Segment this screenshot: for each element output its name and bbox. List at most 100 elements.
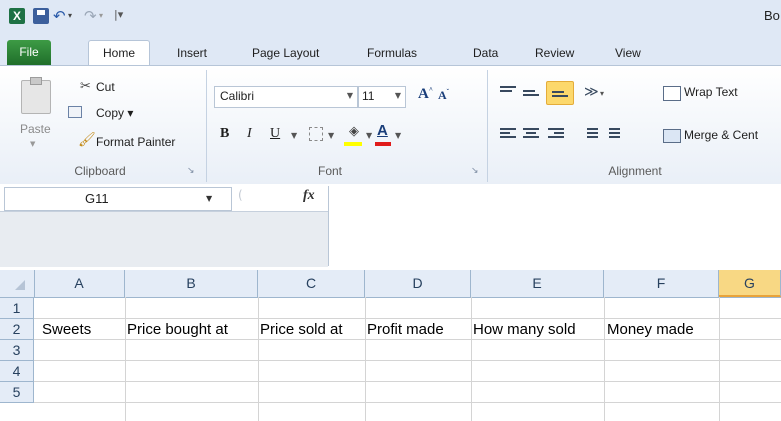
- orientation-icon[interactable]: ≫: [584, 84, 599, 100]
- excel-icon[interactable]: X: [9, 8, 25, 24]
- paste-icon[interactable]: [21, 77, 51, 114]
- tab-data[interactable]: Data: [464, 42, 507, 64]
- bold-button[interactable]: B: [220, 126, 229, 142]
- font-size-value: 11: [362, 89, 375, 103]
- align-middle-icon[interactable]: [523, 88, 539, 100]
- chevron-down-icon[interactable]: ▾: [600, 89, 604, 98]
- cut-button[interactable]: Cut: [96, 80, 115, 94]
- font-group-label: Font: [317, 164, 342, 178]
- chevron-down-icon[interactable]: ▼: [347, 91, 353, 100]
- undo-icon[interactable]: ↶: [53, 8, 69, 24]
- tab-review[interactable]: Review: [526, 42, 583, 64]
- column-header-e[interactable]: E: [471, 270, 604, 297]
- group-divider: [206, 70, 207, 182]
- font-name-value: Calibri: [220, 89, 255, 103]
- clipboard-group-label: Clipboard: [74, 164, 126, 178]
- name-box-value: G11: [85, 191, 109, 206]
- formula-bar-filler: [0, 211, 328, 267]
- tab-file[interactable]: File: [7, 40, 51, 65]
- copy-icon[interactable]: [68, 106, 82, 118]
- column-header-a[interactable]: A: [34, 270, 125, 297]
- chevron-down-icon[interactable]: ▼: [366, 131, 372, 140]
- chevron-down-icon[interactable]: ▼: [328, 131, 334, 140]
- grid-line: [34, 360, 781, 361]
- window-title: Bo: [764, 8, 780, 23]
- tab-page-layout[interactable]: Page Layout: [243, 42, 328, 64]
- chevron-down-icon[interactable]: ▼: [291, 131, 297, 140]
- chevron-down-icon[interactable]: ▼: [206, 194, 212, 203]
- grid-line: [34, 381, 781, 382]
- column-header-d[interactable]: D: [365, 270, 471, 297]
- clipboard-launcher-icon[interactable]: ↘: [187, 166, 195, 176]
- font-launcher-icon[interactable]: ↘: [471, 166, 479, 176]
- paste-button[interactable]: Paste: [20, 122, 51, 136]
- row-header-5[interactable]: 5: [0, 382, 34, 403]
- name-box[interactable]: G11 ▼: [4, 187, 232, 211]
- formula-separator-icon[interactable]: (: [238, 188, 248, 206]
- format-painter-button[interactable]: Format Painter: [96, 135, 175, 149]
- formula-input[interactable]: [328, 186, 781, 266]
- spreadsheet-grid[interactable]: A B C D E F G 1 2 3 4 5 Sweets Price bou…: [0, 270, 781, 421]
- borders-icon[interactable]: [309, 127, 323, 141]
- wrap-text-button[interactable]: Wrap Text: [684, 85, 738, 99]
- cell-b2[interactable]: Price bought at: [121, 319, 228, 340]
- grow-font-button[interactable]: A^: [418, 86, 433, 103]
- row-header-4[interactable]: 4: [0, 361, 34, 382]
- chevron-down-icon[interactable]: ▼: [395, 131, 401, 140]
- column-header-c[interactable]: C: [258, 270, 365, 297]
- row-header-3[interactable]: 3: [0, 340, 34, 361]
- italic-button[interactable]: I: [247, 126, 252, 142]
- cell-a2[interactable]: Sweets: [36, 319, 91, 340]
- alignment-group-label: Alignment: [608, 164, 662, 178]
- wrap-text-icon[interactable]: [663, 86, 681, 101]
- align-right-icon[interactable]: [548, 128, 564, 140]
- redo-dropdown-icon[interactable]: ▾: [99, 11, 103, 20]
- cell-c2[interactable]: Price sold at: [254, 319, 343, 340]
- fill-color-swatch: [344, 142, 362, 146]
- align-bottom-icon: [552, 89, 568, 101]
- select-all-button[interactable]: [0, 270, 35, 297]
- font-size-combobox[interactable]: 11 ▼: [358, 86, 406, 108]
- format-painter-icon[interactable]: 🖌: [78, 132, 96, 148]
- increase-indent-icon[interactable]: [604, 128, 620, 140]
- cell-e2[interactable]: How many sold: [467, 319, 576, 340]
- redo-icon[interactable]: ↷: [84, 8, 100, 24]
- select-all-icon: [15, 280, 25, 290]
- insert-function-button[interactable]: fx: [303, 188, 315, 204]
- fill-color-icon[interactable]: ◈: [345, 124, 363, 142]
- column-header-b[interactable]: B: [125, 270, 258, 297]
- merge-center-button[interactable]: Merge & Cent: [684, 128, 758, 142]
- column-header-g[interactable]: G: [719, 270, 781, 297]
- row-header-1[interactable]: 1: [0, 298, 34, 319]
- font-name-combobox[interactable]: Calibri ▼: [214, 86, 358, 108]
- grid-line: [34, 402, 781, 403]
- align-bottom-button[interactable]: [546, 81, 574, 105]
- shrink-font-button[interactable]: Aˇ: [438, 88, 449, 103]
- align-left-icon[interactable]: [500, 128, 516, 140]
- cell-d2[interactable]: Profit made: [361, 319, 444, 340]
- font-color-button[interactable]: A: [377, 122, 388, 139]
- tab-view[interactable]: View: [606, 42, 650, 64]
- copy-button[interactable]: Copy ▾: [96, 106, 133, 120]
- align-top-icon[interactable]: [500, 86, 516, 98]
- underline-button[interactable]: U: [270, 126, 280, 142]
- scissors-icon[interactable]: ✂: [80, 79, 91, 94]
- ribbon-tabs: File Home Insert Page Layout Formulas Da…: [0, 34, 781, 66]
- align-center-icon[interactable]: [523, 128, 539, 140]
- tab-home[interactable]: Home: [88, 40, 151, 66]
- tab-insert[interactable]: Insert: [168, 42, 216, 64]
- decrease-indent-icon[interactable]: [582, 128, 598, 140]
- group-divider: [487, 70, 488, 182]
- chevron-down-icon[interactable]: ▼: [395, 91, 401, 100]
- save-icon[interactable]: [33, 8, 49, 24]
- undo-dropdown-icon[interactable]: ▾: [68, 11, 72, 20]
- font-color-swatch: [375, 142, 391, 146]
- column-header-f[interactable]: F: [604, 270, 719, 297]
- customize-qat-icon[interactable]: |▾: [114, 8, 123, 21]
- tab-formulas[interactable]: Formulas: [358, 42, 426, 64]
- cell-f2[interactable]: Money made: [601, 319, 694, 340]
- row-header-2[interactable]: 2: [0, 319, 34, 340]
- merge-center-icon[interactable]: [663, 129, 681, 143]
- paste-dropdown-icon[interactable]: ▼: [30, 140, 35, 148]
- title-bar: X ↶ ▾ ↷ ▾ |▾ Bo: [0, 0, 781, 35]
